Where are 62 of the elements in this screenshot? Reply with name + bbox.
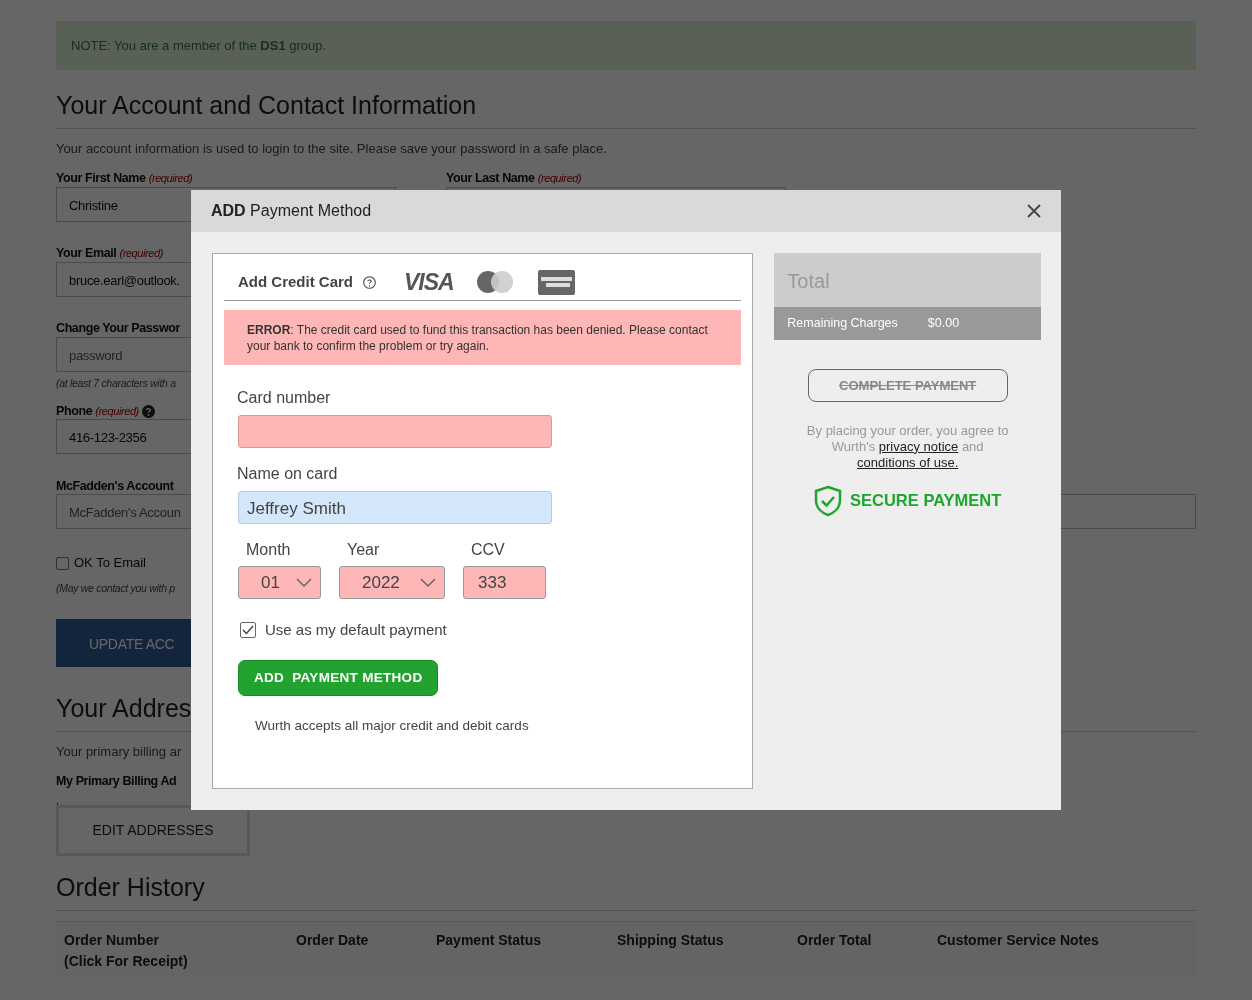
intro-text: Your primary billing ar (56, 742, 183, 761)
field-label: McFadden's Account (56, 477, 174, 495)
field-label: Year (347, 540, 381, 560)
intro-text: Your account information is used to login to the site. Please save your password in a safe place. (56, 140, 608, 158)
note-text: Wurth accepts all major credit and debit cards (255, 716, 530, 735)
field-label: Phone (56, 402, 93, 420)
required-label: (required) (537, 171, 582, 187)
checkbox-label: Use as my default payment (265, 620, 447, 640)
checkbox-label: OK To Email (74, 554, 146, 573)
required-label: (required) (148, 171, 193, 187)
notice-banner: NOTE: You are a member of the DS1 group. (56, 21, 1196, 70)
error-message: ERROR: The credit card used to fund this transaction has been denied. Please contact your bank to confirm the problem or try again. (224, 310, 742, 365)
checkbox[interactable] (56, 556, 69, 570)
input-field[interactable]: 333 (463, 566, 546, 599)
charges-label: Remaining Charges (787, 315, 898, 332)
field-label: Name on card (237, 464, 339, 484)
select-field[interactable]: 2022 (339, 566, 445, 599)
policy-link[interactable]: privacy notice (878, 438, 959, 454)
hint-text: (May we contact you with p (56, 580, 175, 596)
address-text: , (56, 795, 61, 805)
field-label: Card number (237, 388, 332, 408)
input-field[interactable]: Jeffrey Smith (238, 491, 552, 524)
field-label: Your Email (56, 245, 117, 263)
column-header: Shipping Status (617, 931, 725, 950)
section-heading: Your Account and Contact Information (56, 90, 478, 120)
field-label: Your Last Name (446, 170, 535, 188)
policy-link[interactable]: conditions of use. (857, 454, 959, 470)
close-icon (1027, 204, 1041, 218)
field-label: CCV (471, 540, 506, 560)
shield-check-icon (814, 484, 843, 517)
card-logo: VISA (404, 267, 454, 297)
agreement-text: By placing your order, you agree to Wurth's privacy notice and conditions of use. (805, 422, 1010, 471)
mastercard-icon (475, 270, 514, 294)
chevron-down-icon (296, 578, 312, 587)
required-label: (required) (119, 246, 164, 262)
help-icon (363, 275, 376, 289)
column-header: Order Total (797, 931, 873, 950)
modal-title: ADD Payment Method (211, 201, 372, 221)
column-header: Order Number (Click For Receipt) (64, 931, 189, 971)
chevron-down-icon (420, 578, 436, 587)
edit-addresses-button[interactable]: EDIT ADDRESSES (56, 805, 250, 856)
field-label: My Primary Billing Ad (56, 773, 178, 789)
charges-amount: $0.00 (927, 315, 960, 332)
column-header: Order Date (296, 931, 370, 950)
section-heading: Your Addres (56, 692, 193, 723)
add-payment-method-button[interactable]: ADD PAYMENT METHOD (238, 659, 439, 696)
select-field[interactable]: 01 (238, 566, 321, 599)
card-logo-icon (537, 269, 575, 295)
field-label: Your First Name (56, 170, 146, 188)
close-button[interactable] (1027, 204, 1041, 218)
check-icon (242, 625, 254, 636)
checkbox[interactable] (240, 622, 256, 639)
input-field[interactable] (238, 415, 552, 448)
field-label: Change Your Passwor (56, 320, 180, 338)
column-header: Customer Service Notes (937, 931, 1100, 950)
section-heading: Order History (56, 872, 206, 902)
required-label: (required) (95, 404, 139, 419)
column-header: Payment Status (436, 931, 543, 950)
field-label: Month (246, 540, 292, 560)
hint-text: (at least 7 characters with a (56, 375, 176, 391)
section-title: Add Credit Card (238, 271, 353, 292)
secure-payment-label: SECURE PAYMENT (850, 490, 1002, 512)
